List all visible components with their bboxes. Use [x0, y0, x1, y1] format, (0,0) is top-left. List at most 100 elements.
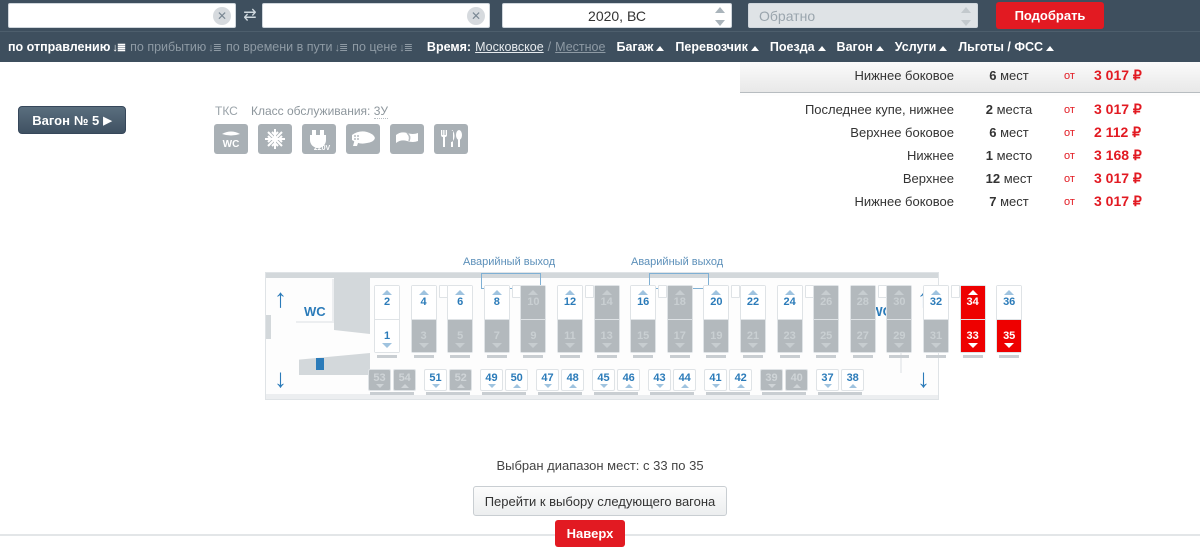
seat-7: 7 [484, 319, 509, 352]
seat-21: 21 [741, 319, 765, 352]
seat-arrow-icon [967, 343, 978, 348]
return-date-placeholder: Обратно [759, 7, 816, 24]
seat-arrow-icon [418, 343, 429, 348]
air-conditioning-icon[interactable] [258, 124, 292, 154]
seat-43[interactable]: 43 [648, 369, 671, 391]
seat-24[interactable]: 24 [777, 286, 802, 319]
berth-type-label: Последнее купе, нижнее [804, 102, 954, 117]
sort-arrows-icon: ↓≣ [208, 41, 222, 54]
restaurant-icon[interactable] [434, 124, 468, 154]
wagon-tab-5[interactable]: Вагон № 5 ▶ [18, 106, 126, 134]
seat-51[interactable]: 51 [424, 369, 447, 391]
from-word: от [1064, 172, 1075, 185]
seat-number: 49 [485, 372, 498, 384]
seat-47[interactable]: 47 [536, 369, 559, 391]
berth-price: 3 017 ₽ [1094, 67, 1142, 83]
seat-18: 18 [667, 286, 692, 319]
seat-number: 29 [893, 329, 906, 342]
bed-linen-icon[interactable] [390, 124, 424, 154]
seat-37[interactable]: 37 [816, 369, 839, 391]
seat-36[interactable]: 36 [997, 286, 1022, 319]
return-stepper-down-icon[interactable] [961, 20, 971, 26]
seat-arrow-icon [455, 290, 466, 295]
berth-type-label: Верхнее боковое [850, 125, 954, 140]
seat-20[interactable]: 20 [704, 286, 729, 319]
seat-number: 7 [493, 329, 500, 342]
departure-date-field[interactable]: 2020, ВС [502, 3, 732, 28]
seat-arrow-icon [821, 290, 832, 295]
seat-41[interactable]: 41 [704, 369, 727, 391]
seat-number: 26 [820, 296, 833, 309]
destination-station-field[interactable]: ✕ [262, 3, 490, 28]
price-row: Нижнее 1 место от 3 168 ₽ [740, 144, 1200, 167]
sort-by-price[interactable]: по цене ↓≣ [352, 40, 413, 54]
amenities-list: WC 220V [214, 124, 468, 154]
seat-50[interactable]: 50 [505, 369, 529, 391]
sort-by-departure[interactable]: по отправлению ↓≣ [8, 40, 126, 54]
compartment-foot [413, 355, 434, 358]
origin-station-field[interactable]: ✕ [8, 3, 236, 28]
stepper-up-icon[interactable] [715, 7, 725, 13]
return-stepper-up-icon[interactable] [961, 7, 971, 13]
wc-icon[interactable]: WC [214, 124, 248, 154]
seat-49[interactable]: 49 [480, 369, 503, 391]
seat-46[interactable]: 46 [617, 369, 641, 391]
stepper-down-icon[interactable] [715, 20, 725, 26]
next-wagon-button[interactable]: Перейти к выбору следующего вагона [473, 486, 727, 516]
left-service-slope [334, 324, 370, 334]
compartment-table [585, 285, 594, 298]
berth-count: 6 мест [989, 125, 1029, 140]
sort-by-duration[interactable]: по времени в пути ↓≣ [226, 40, 348, 54]
seat-33[interactable]: 33 [960, 319, 985, 352]
menu-baggage[interactable]: Багаж [616, 40, 665, 54]
compartment: 65 [447, 285, 474, 353]
seat-arrow-icon [528, 290, 539, 295]
power-socket-220v-icon[interactable]: 220V [302, 124, 336, 154]
scroll-to-top-button[interactable]: Наверх [555, 520, 625, 547]
date-stepper[interactable] [715, 7, 726, 26]
seat-2[interactable]: 2 [375, 286, 399, 319]
timezone-local-link[interactable]: Местное [555, 40, 605, 54]
hairdryer-icon[interactable] [346, 124, 380, 154]
seat-22[interactable]: 22 [741, 286, 765, 319]
seat-arrow-icon [455, 343, 466, 348]
clear-destination-icon[interactable]: ✕ [467, 7, 485, 25]
seat-32[interactable]: 32 [924, 286, 948, 319]
return-date-field[interactable]: Обратно [748, 3, 978, 28]
menu-services[interactable]: Услуги [895, 40, 948, 54]
swap-directions-icon[interactable]: ⇄ [240, 7, 260, 25]
seat-34[interactable]: 34 [960, 286, 985, 319]
seat-arrow-icon [382, 290, 392, 295]
return-date-stepper[interactable] [961, 7, 972, 26]
berth-count: 7 мест [989, 194, 1029, 209]
seat-44[interactable]: 44 [673, 369, 697, 391]
seat-38[interactable]: 38 [841, 369, 865, 391]
seat-45[interactable]: 45 [592, 369, 615, 391]
seat-number: 31 [929, 329, 943, 342]
seat-16[interactable]: 16 [631, 286, 656, 319]
seat-number: 24 [783, 296, 796, 309]
clear-origin-icon[interactable]: ✕ [213, 7, 231, 25]
seat-8[interactable]: 8 [484, 286, 509, 319]
seat-arrow-icon [400, 384, 409, 388]
seat-35[interactable]: 35 [997, 319, 1022, 352]
seat-6[interactable]: 6 [448, 286, 473, 319]
seat-12[interactable]: 12 [558, 286, 582, 319]
seat-1[interactable]: 1 [375, 319, 399, 352]
chevron-up-icon [939, 46, 948, 51]
seat-4[interactable]: 4 [411, 286, 436, 319]
sort-label: по прибытию [130, 40, 207, 54]
side-seat-foot [426, 392, 471, 395]
seat-arrow-icon [680, 384, 689, 388]
timezone-moscow-link[interactable]: Московское [475, 40, 544, 54]
seat-52: 52 [449, 369, 473, 391]
seat-arrow-icon [967, 290, 978, 295]
menu-carrier[interactable]: Перевозчик [675, 40, 759, 54]
sort-by-arrival[interactable]: по прибытию ↓≣ [130, 40, 222, 54]
menu-wagon[interactable]: Вагон [837, 40, 884, 54]
menu-benefits[interactable]: Льготы / ФСС [958, 40, 1055, 54]
seat-42[interactable]: 42 [729, 369, 753, 391]
seat-48[interactable]: 48 [561, 369, 585, 391]
search-submit-button[interactable]: Подобрать [996, 2, 1104, 29]
menu-trains[interactable]: Поезда [770, 40, 826, 54]
